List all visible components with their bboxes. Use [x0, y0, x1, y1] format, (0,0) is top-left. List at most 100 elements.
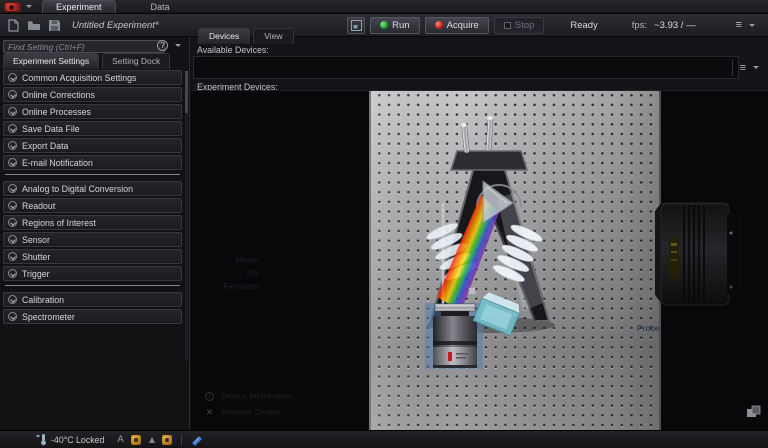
- run-button[interactable]: Run: [370, 16, 420, 34]
- setting-shutter[interactable]: Shutter: [3, 249, 182, 264]
- document-title: Untitled Experiment*: [72, 19, 159, 31]
- acquire-button[interactable]: Acquire: [424, 16, 489, 34]
- settings-group-divider: [5, 285, 180, 286]
- statusbar-divider: [180, 433, 182, 446]
- setting-label: Export Data: [22, 140, 69, 151]
- chevron-down-icon: [8, 312, 17, 321]
- tab-experiment-settings[interactable]: Experiment Settings: [3, 53, 100, 69]
- preview-display-button[interactable]: [347, 16, 366, 34]
- new-experiment-icon[interactable]: [7, 18, 20, 32]
- setting-online-corrections[interactable]: Online Corrections: [3, 87, 182, 102]
- tab-setting-dock[interactable]: Setting Dock: [102, 53, 171, 69]
- setting-save-data-file[interactable]: Save Data File: [3, 121, 182, 136]
- canvas-view-options-icon[interactable]: [745, 403, 761, 419]
- setting-label: Shutter: [22, 251, 51, 262]
- setting-spectrometer[interactable]: Spectrometer: [3, 309, 182, 324]
- camera-lens-device[interactable]: [655, 202, 743, 306]
- fps-label: fps:: [631, 19, 648, 31]
- camera-device-selected[interactable]: [425, 303, 483, 369]
- help-button[interactable]: ?: [157, 40, 185, 51]
- devices-panel-tabs: Devices View: [195, 28, 294, 44]
- spectrograph-illustration: [369, 91, 743, 430]
- setting-trigger[interactable]: Trigger: [3, 266, 182, 281]
- experiment-devices-canvas[interactable]: Model: SN: Firmware: i Device Informatio…: [191, 90, 768, 430]
- chevron-down-icon: [8, 158, 17, 167]
- titlebar: Experiment Data: [0, 0, 768, 14]
- save-icon[interactable]: [48, 19, 61, 32]
- temperature-text: -40°C Locked: [51, 434, 105, 445]
- run-label: Run: [392, 19, 410, 31]
- find-setting-input[interactable]: [3, 40, 165, 53]
- chevron-down-icon: [8, 124, 17, 133]
- blue-signal-icon[interactable]: [191, 434, 203, 446]
- thermometer-icon: [36, 434, 46, 446]
- setting-label: E-mail Notification: [22, 157, 93, 168]
- open-folder-icon[interactable]: [27, 19, 41, 32]
- setting-label: Regions of Interest: [22, 217, 96, 228]
- available-devices-list[interactable]: [193, 56, 739, 79]
- settings-group-divider: [5, 174, 180, 175]
- setting-label: Calibration: [22, 294, 65, 305]
- scrollbar-thumb[interactable]: [185, 71, 188, 113]
- setting-label: Online Corrections: [22, 89, 95, 100]
- acquire-icon: [434, 21, 443, 29]
- temperature-status[interactable]: -40°C Locked: [36, 433, 104, 446]
- toolbar-menu-button[interactable]: ≡: [736, 19, 759, 31]
- chevron-down-icon: [8, 295, 17, 304]
- setting-label: Online Processes: [22, 106, 91, 117]
- letter-a-status-icon[interactable]: A: [117, 434, 123, 445]
- tab-data[interactable]: Data: [138, 0, 183, 13]
- camera-logo: [448, 352, 452, 361]
- stop-icon: [503, 21, 511, 29]
- chevron-down-icon: [8, 90, 17, 99]
- settings-list: Common Acquisition Settings Online Corre…: [3, 70, 182, 326]
- setting-sensor[interactable]: Sensor: [3, 232, 182, 247]
- setting-readout[interactable]: Readout: [3, 198, 182, 213]
- setting-analog-to-digital-conversion[interactable]: Analog to Digital Conversion: [3, 181, 182, 196]
- tab-view[interactable]: View: [253, 28, 294, 44]
- chevron-down-icon: [8, 269, 17, 278]
- toolbar: Untitled Experiment* Run Acquire Stop Re…: [0, 14, 768, 37]
- chevron-down-icon: [8, 184, 17, 193]
- setting-label: Sensor: [22, 234, 50, 245]
- chevron-down-icon: [8, 201, 17, 210]
- settings-panel-tabs: Experiment Settings Setting Dock: [0, 53, 171, 69]
- menu-caret-icon: [753, 66, 759, 69]
- question-mark-icon: ?: [157, 40, 168, 51]
- setting-export-data[interactable]: Export Data: [3, 138, 182, 153]
- chevron-down-icon: [8, 107, 17, 116]
- setting-label: Readout: [22, 200, 56, 211]
- orange-status-icon-2[interactable]: [161, 434, 172, 445]
- setting-calibration[interactable]: Calibration: [3, 292, 182, 307]
- setting-regions-of-interest[interactable]: Regions of Interest: [3, 215, 182, 230]
- available-devices-label: Available Devices:: [197, 45, 269, 55]
- chevron-down-icon: [8, 252, 17, 261]
- setting-label: Trigger: [22, 268, 50, 279]
- chevron-down-icon: [8, 73, 17, 82]
- probe-label: Probe: [637, 323, 660, 333]
- available-devices-menu-button[interactable]: ≡: [731, 59, 763, 76]
- tab-experiment[interactable]: Experiment: [42, 0, 116, 13]
- stop-button[interactable]: Stop: [493, 16, 545, 34]
- settings-panel: ? Experiment Settings Setting Dock Commo…: [0, 37, 190, 430]
- tab-devices[interactable]: Devices: [198, 28, 251, 44]
- menu-caret-icon: [749, 23, 755, 27]
- setting-label: Save Data File: [22, 123, 80, 134]
- statusbar: -40°C Locked A: [0, 430, 768, 448]
- triangle-status-icon[interactable]: [148, 436, 155, 443]
- stop-label: Stop: [514, 19, 535, 31]
- setting-online-processes[interactable]: Online Processes: [3, 104, 182, 119]
- status-text: Ready: [570, 19, 598, 31]
- fps-readout: fps: ~3.93 / —: [632, 20, 696, 31]
- setting-label: Common Acquisition Settings: [22, 72, 137, 83]
- settings-scrollbar[interactable]: [185, 71, 188, 361]
- fps-value: ~3.93 / —: [654, 19, 696, 31]
- setting-common-acquisition-settings[interactable]: Common Acquisition Settings: [3, 70, 182, 85]
- hamburger-icon: ≡: [735, 19, 742, 31]
- setting-email-notification[interactable]: E-mail Notification: [3, 155, 182, 170]
- app-logo-icon[interactable]: [4, 2, 21, 12]
- chevron-down-icon: [8, 218, 17, 227]
- hamburger-icon: ≡: [739, 61, 746, 74]
- app-menu-caret-icon[interactable]: [26, 5, 32, 8]
- orange-status-icon-1[interactable]: [130, 434, 141, 445]
